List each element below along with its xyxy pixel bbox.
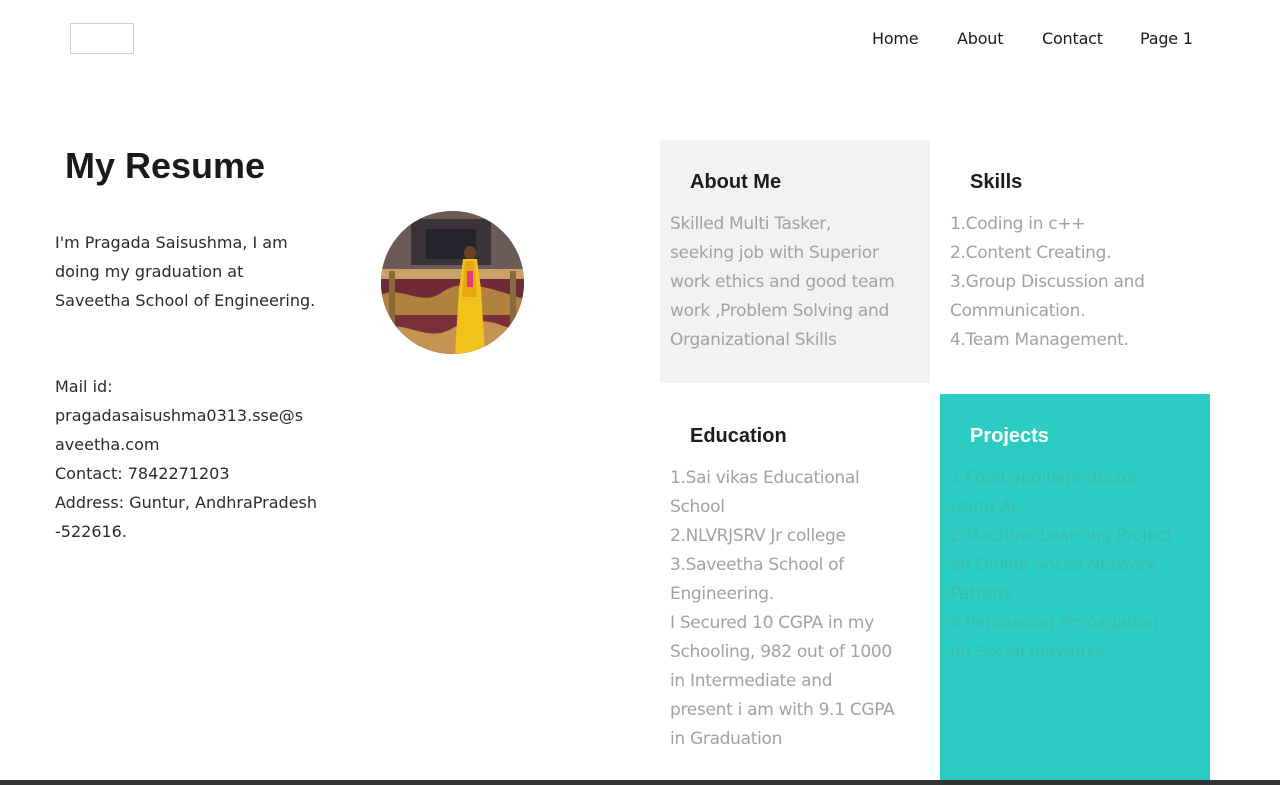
contact-line: Contact: 7842271203: [55, 464, 230, 483]
education-line: 2.NLVRJSRV Jr college: [670, 526, 846, 546]
about-me-line: work ,Problem Solving and: [670, 301, 890, 321]
about-me-card: About Me Skilled Multi Tasker, seeking j…: [660, 140, 930, 383]
site-logo[interactable]: [70, 23, 134, 54]
about-me-line: work ethics and good team: [670, 272, 895, 292]
skills-line: 3.Group Discussion and: [950, 272, 1145, 292]
skills-line: Communication.: [950, 301, 1086, 321]
projects-line: 3.Persuasion Propagation: [950, 613, 1159, 633]
nav-home-link[interactable]: Home: [872, 29, 919, 48]
projects-heading: Projects: [970, 425, 1049, 447]
skills-text: 1.Coding in c++ 2.Content Creating. 3.Gr…: [950, 210, 1200, 355]
education-line: School: [670, 497, 725, 517]
education-line: present i am with 9.1 CGPA: [670, 700, 895, 720]
contact-line: aveetha.com: [55, 435, 160, 454]
intro-line: doing my graduation at: [55, 262, 244, 281]
skills-card: Skills 1.Coding in c++ 2.Content Creatin…: [940, 140, 1210, 383]
about-me-heading: About Me: [690, 171, 782, 193]
profile-photo: [381, 211, 524, 354]
about-me-line: Organizational Skills: [670, 330, 837, 350]
projects-line: 2.Machine Learning Project: [950, 526, 1173, 546]
projects-line: using AI: [950, 497, 1016, 517]
projects-line: on Social networks: [950, 642, 1105, 662]
about-me-text: Skilled Multi Tasker, seeking job with S…: [670, 210, 920, 355]
education-line: Engineering.: [670, 584, 774, 604]
education-text: 1.Sai vikas Educational School 2.NLVRJSR…: [670, 464, 920, 754]
education-card: Education 1.Sai vikas Educational School…: [660, 394, 930, 785]
education-heading: Education: [690, 425, 787, 447]
education-line: Schooling, 982 out of 1000: [670, 642, 892, 662]
skills-line: 2.Content Creating.: [950, 243, 1112, 263]
contact-line: -522616.: [55, 522, 127, 541]
education-line: 1.Sai vikas Educational: [670, 468, 860, 488]
education-line: 3.Saveetha School of: [670, 555, 844, 575]
nav-page1-link[interactable]: Page 1: [1140, 29, 1193, 48]
projects-line: Patrons: [950, 584, 1012, 604]
about-me-line: seeking job with Superior: [670, 243, 879, 263]
intro-text: I'm Pragada Saisushma, I am doing my gra…: [55, 228, 325, 315]
intro-line: I'm Pragada Saisushma, I am: [55, 233, 288, 252]
education-line: in Graduation: [670, 729, 783, 749]
contact-line: Mail id:: [55, 377, 113, 396]
education-line: I Secured 10 CGPA in my: [670, 613, 874, 633]
nav-contact-link[interactable]: Contact: [1042, 29, 1103, 48]
skills-line: 1.Coding in c++: [950, 214, 1086, 234]
about-me-line: Skilled Multi Tasker,: [670, 214, 832, 234]
footer-bar: [0, 780, 1280, 785]
contact-info: Mail id: pragadasaisushma0313.sse@s avee…: [55, 372, 325, 546]
page-title: My Resume: [65, 145, 266, 186]
projects-line: on Online Social Network: [950, 555, 1157, 575]
projects-line: 1.Food Spoilage dector: [950, 468, 1139, 488]
skills-heading: Skills: [970, 171, 1023, 193]
nav-about-link[interactable]: About: [957, 29, 1004, 48]
contact-line: pragadasaisushma0313.sse@s: [55, 406, 304, 425]
contact-line: Address: Guntur, AndhraPradesh: [55, 493, 318, 512]
education-line: in Intermediate and: [670, 671, 833, 691]
intro-line: Saveetha School of Engineering.: [55, 291, 316, 310]
skills-line: 4.Team Management.: [950, 330, 1129, 350]
projects-card: Projects 1.Food Spoilage dector using AI…: [940, 394, 1210, 785]
projects-text: 1.Food Spoilage dector using AI 2.Machin…: [950, 464, 1200, 667]
